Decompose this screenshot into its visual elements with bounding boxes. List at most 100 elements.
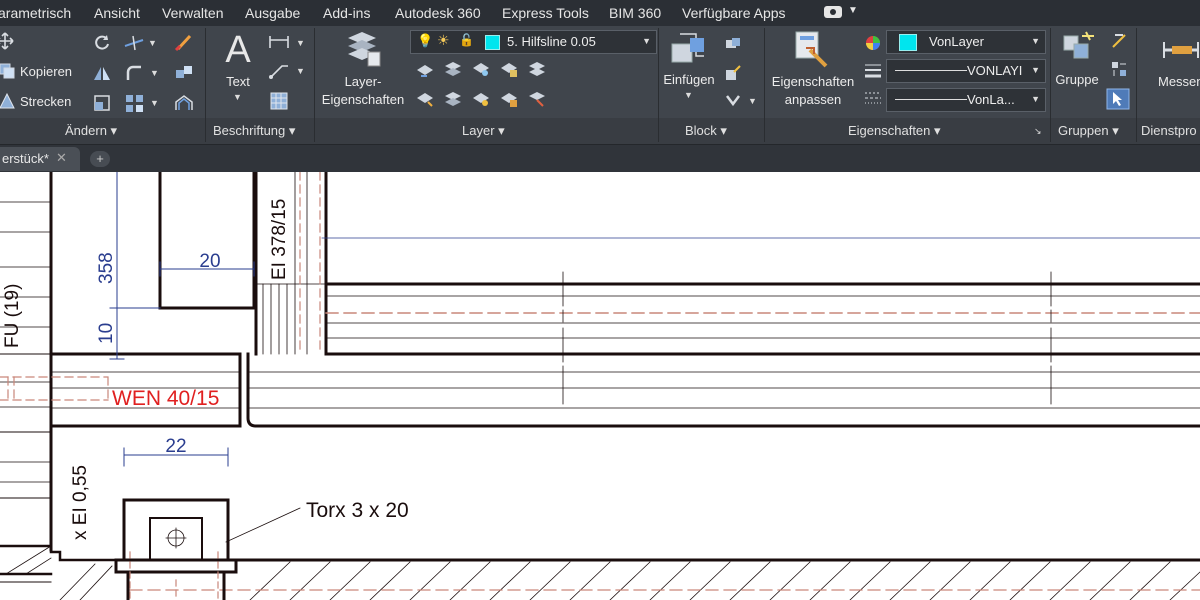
menu-verwalten[interactable]: Verwalten <box>162 5 223 21</box>
layer-properties-icon[interactable] <box>344 28 382 68</box>
layer-properties-label-2[interactable]: Eigenschaften <box>314 92 412 107</box>
block-attributes-icon[interactable] <box>724 92 742 108</box>
chevron-down-icon[interactable]: ▼ <box>1031 65 1040 75</box>
panel-title-beschriftung[interactable]: Beschriftung ▾ <box>213 120 295 142</box>
menu-ansicht[interactable]: Ansicht <box>94 5 140 21</box>
color-select[interactable]: VonLayer ▼ <box>886 30 1046 54</box>
menu-add-ins[interactable]: Add-ins <box>323 5 370 21</box>
panel-title-dienstprogramme[interactable]: Dienstpro <box>1141 120 1197 142</box>
chevron-down-icon[interactable]: ▼ <box>1031 94 1040 104</box>
rotate-icon[interactable] <box>93 34 111 52</box>
color-wheel-icon[interactable] <box>864 34 882 52</box>
linetype-select[interactable]: VONLAYI ▼ <box>886 59 1046 83</box>
menu-bim-360[interactable]: BIM 360 <box>609 5 661 21</box>
layer-lock-icon[interactable]: 🔓 <box>459 33 474 47</box>
leader-icon[interactable] <box>268 62 290 80</box>
move-icon[interactable] <box>0 32 14 50</box>
video-icon[interactable] <box>824 6 842 18</box>
copy-icon[interactable] <box>0 62 16 80</box>
insert-button-label[interactable]: Einfügen <box>658 72 720 87</box>
stretch-button-label[interactable]: Strecken <box>20 94 71 109</box>
group-icon[interactable] <box>1060 30 1096 68</box>
stretch-icon[interactable] <box>0 92 16 110</box>
scale-icon[interactable] <box>93 94 111 112</box>
layer-on-bulb-icon[interactable]: 💡 <box>417 33 433 49</box>
mirror-icon[interactable] <box>93 64 111 82</box>
text-icon[interactable]: A <box>222 30 254 66</box>
explode-icon[interactable] <box>174 64 194 82</box>
erase-icon[interactable] <box>174 32 194 52</box>
layer-unlock-icon[interactable] <box>499 90 519 108</box>
fillet-icon[interactable] <box>125 64 143 82</box>
block-attributes-dropdown-icon[interactable]: ▼ <box>748 96 757 106</box>
layer-change-current-icon[interactable] <box>527 90 547 108</box>
menu-express-tools[interactable]: Express Tools <box>502 5 589 21</box>
panel-title-eigenschaften[interactable]: Eigenschaften ▾ <box>848 120 941 142</box>
linear-dimension-icon[interactable] <box>268 34 290 50</box>
match-properties-icon[interactable] <box>794 30 830 68</box>
copy-button-label[interactable]: Kopieren <box>20 64 72 79</box>
beam-upper <box>324 282 1200 356</box>
group-edit-icon[interactable] <box>1110 60 1128 78</box>
document-tab-title: erstück* <box>2 151 49 166</box>
table-icon[interactable] <box>270 92 288 110</box>
layer-thaw-sun-icon[interactable]: ☀ <box>437 32 450 49</box>
document-tab[interactable]: erstück* ✕ <box>0 147 80 171</box>
layer-lock-tool-icon[interactable] <box>499 60 519 78</box>
current-layer-select[interactable]: 💡 ☀ 🔓 5. Hilfsline 0.05 ▼ <box>410 30 657 54</box>
menu-verfuegbare-apps[interactable]: Verfügbare Apps <box>682 5 786 21</box>
post-vertical <box>254 172 328 356</box>
menu-parametrisch[interactable]: arametrisch <box>0 5 71 21</box>
lineweight-icon[interactable] <box>864 62 882 80</box>
menu-autodesk-360[interactable]: Autodesk 360 <box>395 5 481 21</box>
lineweight-preview <box>895 99 967 100</box>
measure-icon[interactable] <box>1162 36 1200 64</box>
hidden-lines-left <box>0 376 109 401</box>
insert-dropdown-icon[interactable]: ▼ <box>684 90 693 100</box>
layer-properties-label-1[interactable]: Layer- <box>314 74 412 89</box>
layer-freeze-icon[interactable] <box>471 60 491 78</box>
panel-title-aendern[interactable]: Ändern ▾ <box>65 120 117 142</box>
group-selection-toggle-icon[interactable] <box>1106 88 1130 110</box>
fillet-dropdown-icon[interactable]: ▼ <box>150 68 159 78</box>
panel-title-block[interactable]: Block ▾ <box>685 120 727 142</box>
dimension-dropdown-icon[interactable]: ▼ <box>296 38 305 48</box>
dialog-launcher-icon[interactable]: ↘ <box>1034 126 1042 137</box>
text-dropdown-icon[interactable]: ▼ <box>233 92 242 102</box>
match-properties-label-2[interactable]: anpassen <box>764 92 862 107</box>
leader-dropdown-icon[interactable]: ▼ <box>296 66 305 76</box>
menu-ausgabe[interactable]: Ausgabe <box>245 5 300 21</box>
create-block-icon[interactable] <box>724 36 742 52</box>
array-icon[interactable] <box>125 94 145 114</box>
layer-match-icon[interactable] <box>527 60 547 78</box>
panel-title-layer[interactable]: Layer ▾ <box>462 120 505 142</box>
drawing-canvas[interactable]: 20 358 10 22 EI 378/15 WEN 40/15 FU (19)… <box>0 172 1200 600</box>
text-button-label[interactable]: Text <box>222 74 254 89</box>
layer-unisolate-icon[interactable] <box>415 90 435 108</box>
dim-text-20: 20 <box>199 251 220 272</box>
array-dropdown-icon[interactable]: ▼ <box>150 98 159 108</box>
ungroup-icon[interactable] <box>1110 32 1128 50</box>
trim-icon[interactable] <box>123 34 145 52</box>
layer-on-all-icon[interactable] <box>443 90 463 108</box>
linetype-icon[interactable] <box>864 90 882 108</box>
insert-block-icon[interactable] <box>670 30 710 66</box>
new-tab-button[interactable]: + <box>90 151 110 167</box>
layer-off-icon[interactable] <box>443 60 463 78</box>
edit-block-icon[interactable] <box>724 64 742 82</box>
lineweight-select[interactable]: VonLa... ▼ <box>886 88 1046 112</box>
layer-thaw-all-icon[interactable] <box>471 90 491 108</box>
panel-title-gruppen[interactable]: Gruppen ▾ <box>1058 120 1119 142</box>
dim-text-358: 358 <box>96 252 117 284</box>
chevron-down-icon[interactable]: ▼ <box>1031 36 1040 46</box>
match-properties-label-1[interactable]: Eigenschaften <box>764 74 862 89</box>
group-button-label[interactable]: Gruppe <box>1050 72 1104 87</box>
measure-button-label[interactable]: Messen <box>1158 74 1200 89</box>
trim-dropdown-icon[interactable]: ▼ <box>148 38 157 48</box>
close-icon[interactable]: ✕ <box>56 150 67 166</box>
menu-overflow-chevron-icon[interactable]: ▼ <box>848 5 858 16</box>
label-fu: FU (19) <box>2 284 23 348</box>
offset-icon[interactable] <box>174 94 194 112</box>
layer-isolate-icon[interactable] <box>415 62 435 78</box>
chevron-down-icon[interactable]: ▼ <box>642 36 651 46</box>
